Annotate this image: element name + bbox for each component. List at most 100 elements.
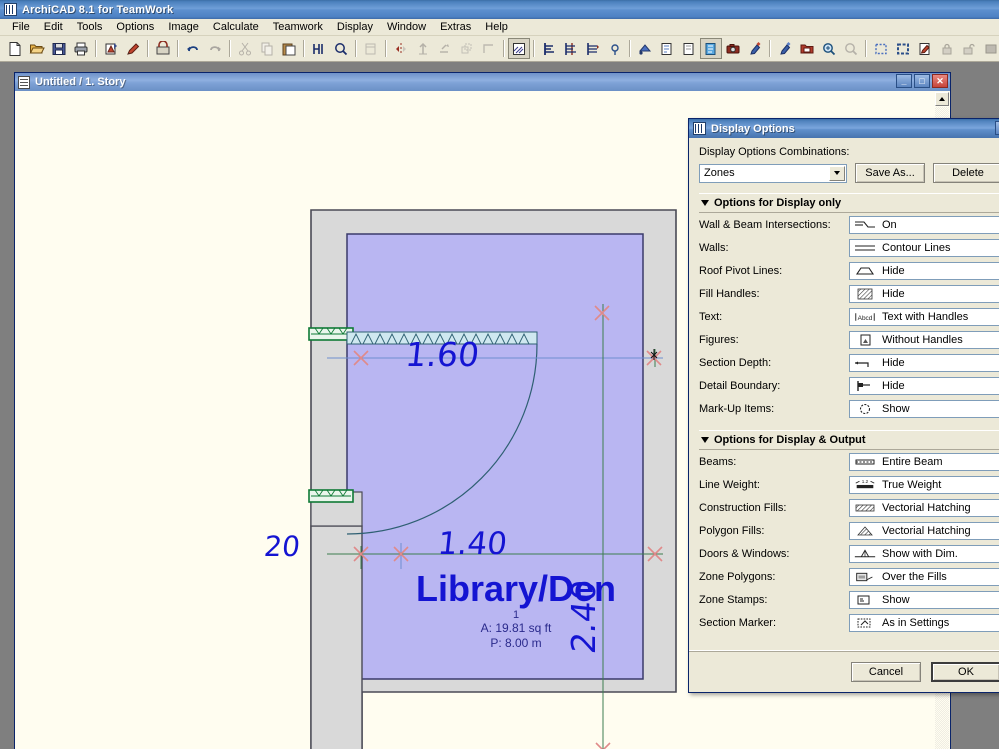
- option-select[interactable]: Abcd Text with Handles: [849, 307, 999, 326]
- menu-item-image[interactable]: Image: [161, 20, 206, 34]
- trace-icon[interactable]: [914, 38, 936, 59]
- option-label: Detail Boundary:: [699, 379, 781, 392]
- teamwork-icon[interactable]: [152, 38, 174, 59]
- line-weight-icon: 1.2: [853, 478, 877, 491]
- corner-icon[interactable]: [478, 38, 500, 59]
- menu-item-edit[interactable]: Edit: [37, 20, 70, 34]
- option-row-section-depth: Section Depth: Hide: [699, 351, 999, 374]
- cut-icon[interactable]: [234, 38, 256, 59]
- open-icon[interactable]: [26, 38, 48, 59]
- paint-icon[interactable]: [744, 38, 766, 59]
- align-right-icon[interactable]: [582, 38, 604, 59]
- fill-icon[interactable]: [980, 38, 999, 59]
- option-select[interactable]: Contour Lines: [849, 238, 999, 257]
- zoom-out-icon[interactable]: [840, 38, 862, 59]
- ungroup-icon[interactable]: [678, 38, 700, 59]
- drag-icon[interactable]: [360, 38, 382, 59]
- menu-item-file[interactable]: File: [5, 20, 37, 34]
- option-row-construction-fills: Construction Fills: Vectorial Hatching: [699, 496, 999, 519]
- fill-handle-icon: [853, 287, 877, 300]
- menu-item-display[interactable]: Display: [330, 20, 380, 34]
- option-select[interactable]: Hide: [849, 353, 999, 372]
- camera-icon[interactable]: [722, 38, 744, 59]
- cancel-button[interactable]: Cancel: [851, 661, 921, 682]
- option-select[interactable]: Show: [849, 590, 999, 609]
- minimize-button[interactable]: _: [896, 74, 912, 88]
- option-value: Show: [882, 593, 910, 606]
- find-select-icon[interactable]: [330, 38, 352, 59]
- zone-perimeter: P: 8.00 m: [490, 636, 541, 650]
- option-select[interactable]: Vectorial Hatching: [849, 521, 999, 540]
- dimension-1-60: 1.60: [404, 335, 482, 374]
- redo-icon[interactable]: [204, 38, 226, 59]
- mirror-icon[interactable]: [390, 38, 412, 59]
- open-library-icon[interactable]: [796, 38, 818, 59]
- option-select[interactable]: As in Settings: [849, 613, 999, 632]
- option-value: Show with Dim.: [882, 547, 958, 560]
- menu-item-options[interactable]: Options: [109, 20, 161, 34]
- menu-item-teamwork[interactable]: Teamwork: [266, 20, 330, 34]
- option-select[interactable]: Hide: [849, 261, 999, 280]
- option-row-zone-stamps: Zone Stamps: Show: [699, 588, 999, 611]
- paste-icon[interactable]: [278, 38, 300, 59]
- menu-item-calculate[interactable]: Calculate: [206, 20, 266, 34]
- save-icon[interactable]: [48, 38, 70, 59]
- scroll-up-arrow-icon[interactable]: [935, 92, 949, 106]
- delete-button[interactable]: Delete: [933, 163, 999, 183]
- section-display-output-header[interactable]: Options for Display & Output: [699, 430, 999, 450]
- toolbar-separator: [865, 40, 867, 57]
- menu-item-extras[interactable]: Extras: [433, 20, 478, 34]
- help-button[interactable]: ?: [995, 121, 999, 135]
- zone-stamp-icon: [853, 593, 877, 606]
- combination-select[interactable]: Zones: [699, 163, 847, 183]
- special-snap-icon[interactable]: [604, 38, 626, 59]
- print-icon[interactable]: [70, 38, 92, 59]
- option-select[interactable]: Show with Dim.: [849, 544, 999, 563]
- undo-icon[interactable]: [182, 38, 204, 59]
- document-window-controls: _ □ ✕: [896, 74, 948, 88]
- option-label: Figures:: [699, 333, 739, 346]
- plot-icon[interactable]: [100, 38, 122, 59]
- option-select[interactable]: Hide: [849, 376, 999, 395]
- zoom-in-icon[interactable]: [818, 38, 840, 59]
- option-select[interactable]: Vectorial Hatching: [849, 498, 999, 517]
- rotate-icon[interactable]: [456, 38, 478, 59]
- option-select[interactable]: Show: [849, 399, 999, 418]
- chevron-down-icon[interactable]: [829, 165, 845, 181]
- suspend-group-icon[interactable]: [656, 38, 678, 59]
- close-button[interactable]: ✕: [932, 74, 948, 88]
- find-icon[interactable]: [308, 38, 330, 59]
- option-select[interactable]: Entire Beam: [849, 452, 999, 471]
- ok-button[interactable]: OK: [931, 661, 999, 682]
- menu-item-help[interactable]: Help: [478, 20, 515, 34]
- zone-number: 1: [513, 609, 519, 621]
- group-icon[interactable]: [634, 38, 656, 59]
- lock-icon[interactable]: [936, 38, 958, 59]
- toolbar-separator: [303, 40, 305, 57]
- elevate-icon[interactable]: [412, 38, 434, 59]
- option-select[interactable]: Over the Fills: [849, 567, 999, 586]
- document-title-bar: Untitled / 1. Story _ □ ✕: [15, 73, 950, 91]
- save-as-button[interactable]: Save As...: [855, 163, 925, 183]
- marquee-icon[interactable]: [870, 38, 892, 59]
- maximize-button[interactable]: □: [914, 74, 930, 88]
- lower-left-room: [310, 491, 363, 749]
- pen-icon[interactable]: [122, 38, 144, 59]
- option-select[interactable]: 1.2 True Weight: [849, 475, 999, 494]
- option-select[interactable]: Hide: [849, 284, 999, 303]
- measure-icon[interactable]: [774, 38, 796, 59]
- unlock-icon[interactable]: [958, 38, 980, 59]
- section-icon[interactable]: [700, 38, 722, 59]
- align-center-icon[interactable]: [560, 38, 582, 59]
- section-display-only-header[interactable]: Options for Display only: [699, 193, 999, 213]
- marquee-thick-icon[interactable]: [892, 38, 914, 59]
- new-icon[interactable]: [4, 38, 26, 59]
- option-select[interactable]: On: [849, 215, 999, 234]
- menu-item-window[interactable]: Window: [380, 20, 433, 34]
- align-left-icon[interactable]: [538, 38, 560, 59]
- multiply-icon[interactable]: [434, 38, 456, 59]
- option-select[interactable]: Without Handles: [849, 330, 999, 349]
- edit-grid-icon[interactable]: [508, 38, 530, 59]
- menu-item-tools[interactable]: Tools: [70, 20, 110, 34]
- copy-icon[interactable]: [256, 38, 278, 59]
